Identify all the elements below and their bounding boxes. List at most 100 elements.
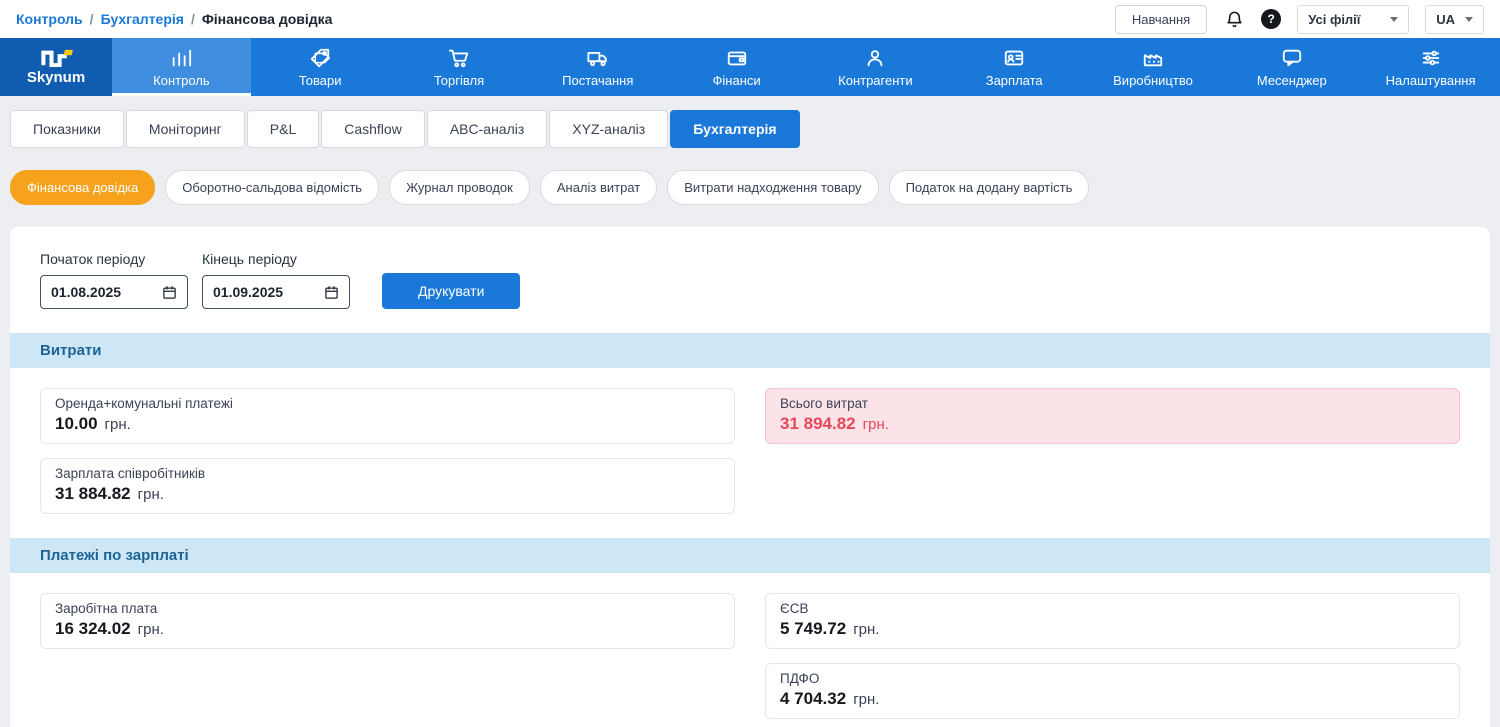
- brand-logo[interactable]: Skynum: [0, 38, 112, 96]
- stat-value: 5 749.72: [780, 619, 846, 639]
- stat-label: Всього витрат: [780, 396, 1445, 411]
- tab-indicators[interactable]: Показники: [10, 110, 124, 148]
- pill-goods-receipt-expenses[interactable]: Витрати надходження товару: [667, 170, 878, 205]
- expenses-left-column: Оренда+комунальні платежі 10.00 грн. Зар…: [40, 388, 735, 514]
- breadcrumb-link-accounting[interactable]: Бухгалтерія: [101, 11, 184, 27]
- stat-label: ПДФО: [780, 671, 1445, 686]
- stat-value-line: 16 324.02 грн.: [55, 619, 720, 639]
- salary-right-column: ЄСВ 5 749.72 грн. ПДФО 4 704.32 грн.: [765, 593, 1460, 719]
- stat-box-pdfo: ПДФО 4 704.32 грн.: [765, 663, 1460, 719]
- pill-journal-entries[interactable]: Журнал проводок: [389, 170, 530, 205]
- calendar-icon: [324, 285, 339, 300]
- skynum-logo-icon: [37, 49, 75, 67]
- goods-icon: [309, 47, 331, 69]
- nav-item-messenger[interactable]: Месенджер: [1222, 38, 1361, 96]
- period-filter-row: Початок періоду 01.08.2025 Кінець період…: [10, 251, 1490, 309]
- stat-box-wage: Заробітна плата 16 324.02 грн.: [40, 593, 735, 649]
- chart-icon: [170, 47, 192, 69]
- nav-item-label: Зарплата: [986, 73, 1043, 88]
- tab-xyz-analysis[interactable]: XYZ-аналіз: [549, 110, 668, 148]
- stat-currency: грн.: [853, 621, 879, 638]
- breadcrumb-separator: /: [90, 11, 94, 27]
- nav-item-label: Товари: [299, 73, 342, 88]
- nav-item-label: Контрагенти: [838, 73, 912, 88]
- stat-label: ЄСВ: [780, 601, 1445, 616]
- nav-item-partners[interactable]: Контрагенти: [806, 38, 945, 96]
- period-end-input[interactable]: 01.09.2025: [202, 275, 350, 309]
- help-icon[interactable]: ?: [1261, 9, 1281, 29]
- tab-abc-analysis[interactable]: ABC-аналіз: [427, 110, 547, 148]
- print-button[interactable]: Друкувати: [382, 273, 520, 309]
- branch-select[interactable]: Усі філії: [1297, 5, 1409, 34]
- breadcrumb-separator: /: [191, 11, 195, 27]
- tab-monitoring[interactable]: Моніторинг: [126, 110, 245, 148]
- language-select[interactable]: UA: [1425, 5, 1484, 34]
- breadcrumb-current: Фінансова довідка: [202, 11, 333, 27]
- tab-accounting[interactable]: Бухгалтерія: [670, 110, 799, 148]
- language-select-value: UA: [1436, 12, 1455, 27]
- stat-value: 10.00: [55, 414, 98, 434]
- pill-financial-reference[interactable]: Фінансова довідка: [10, 170, 155, 205]
- section-title-expenses: Витрати: [10, 333, 1490, 368]
- stat-value: 31 884.82: [55, 484, 131, 504]
- salary-icon: [1003, 47, 1025, 69]
- stat-box-esv: ЄСВ 5 749.72 грн.: [765, 593, 1460, 649]
- pill-expense-analysis[interactable]: Аналіз витрат: [540, 170, 657, 205]
- report-pills: Фінансова довідка Оборотно-сальдова відо…: [10, 170, 1490, 205]
- period-start-input[interactable]: 01.08.2025: [40, 275, 188, 309]
- stat-currency: грн.: [138, 486, 164, 503]
- trade-icon: [448, 47, 470, 69]
- stat-currency: грн.: [105, 416, 131, 433]
- nav-item-control[interactable]: Контроль: [112, 38, 251, 96]
- nav-item-finance[interactable]: Фінанси: [667, 38, 806, 96]
- tab-pnl[interactable]: P&L: [247, 110, 319, 148]
- supply-icon: [587, 47, 609, 69]
- chevron-down-icon: [1390, 17, 1398, 22]
- topbar-right: Навчання ? Усі філії UA: [1115, 5, 1484, 34]
- production-icon: [1142, 47, 1164, 69]
- nav-item-goods[interactable]: Товари: [251, 38, 390, 96]
- stat-value-line: 4 704.32 грн.: [780, 689, 1445, 709]
- stat-value: 4 704.32: [780, 689, 846, 709]
- stat-box-staff-salary: Зарплата співробітників 31 884.82 грн.: [40, 458, 735, 514]
- partners-icon: [864, 47, 886, 69]
- brand-name: Skynum: [27, 69, 85, 86]
- breadcrumb: Контроль / Бухгалтерія / Фінансова довід…: [16, 11, 332, 27]
- branch-select-value: Усі філії: [1308, 12, 1360, 27]
- nav-item-label: Торгівля: [434, 73, 484, 88]
- pill-trial-balance[interactable]: Оборотно-сальдова відомість: [165, 170, 379, 205]
- stat-label: Оренда+комунальні платежі: [55, 396, 720, 411]
- nav-item-settings[interactable]: Налаштування: [1361, 38, 1500, 96]
- nav-item-label: Виробництво: [1113, 73, 1193, 88]
- stat-value-line: 10.00 грн.: [55, 414, 720, 434]
- period-end-label: Кінець періоду: [202, 251, 350, 267]
- stat-value: 31 894.82: [780, 414, 856, 434]
- nav-item-label: Налаштування: [1386, 73, 1476, 88]
- nav-item-trade[interactable]: Торгівля: [390, 38, 529, 96]
- messenger-icon: [1281, 47, 1303, 69]
- period-start-value: 01.08.2025: [51, 284, 121, 300]
- period-end-field: Кінець періоду 01.09.2025: [202, 251, 350, 309]
- nav-item-production[interactable]: Виробництво: [1084, 38, 1223, 96]
- period-end-value: 01.09.2025: [213, 284, 283, 300]
- nav-items: Контроль Товари Торгівля Постачання: [112, 38, 1500, 96]
- finance-icon: [726, 47, 748, 69]
- stat-value-line: 31 894.82 грн.: [780, 414, 1445, 434]
- section-title-salary-payments: Платежі по зарплаті: [10, 538, 1490, 573]
- nav-item-salary[interactable]: Зарплата: [945, 38, 1084, 96]
- stat-value-line: 5 749.72 грн.: [780, 619, 1445, 639]
- sub-tabs: Показники Моніторинг P&L Cashflow ABC-ан…: [10, 110, 1490, 148]
- salary-left-column: Заробітна плата 16 324.02 грн.: [40, 593, 735, 719]
- stat-currency: грн.: [863, 416, 889, 433]
- breadcrumb-link-control[interactable]: Контроль: [16, 11, 83, 27]
- expenses-grid: Оренда+комунальні платежі 10.00 грн. Зар…: [10, 368, 1490, 514]
- tab-cashflow[interactable]: Cashflow: [321, 110, 425, 148]
- training-button[interactable]: Навчання: [1115, 5, 1207, 34]
- nav-item-supply[interactable]: Постачання: [528, 38, 667, 96]
- stat-value: 16 324.02: [55, 619, 131, 639]
- bell-icon[interactable]: [1223, 8, 1245, 30]
- nav-item-label: Постачання: [562, 73, 633, 88]
- settings-icon: [1420, 47, 1442, 69]
- pill-vat[interactable]: Податок на додану вартість: [889, 170, 1090, 205]
- salary-payments-grid: Заробітна плата 16 324.02 грн. ЄСВ 5 749…: [10, 573, 1490, 719]
